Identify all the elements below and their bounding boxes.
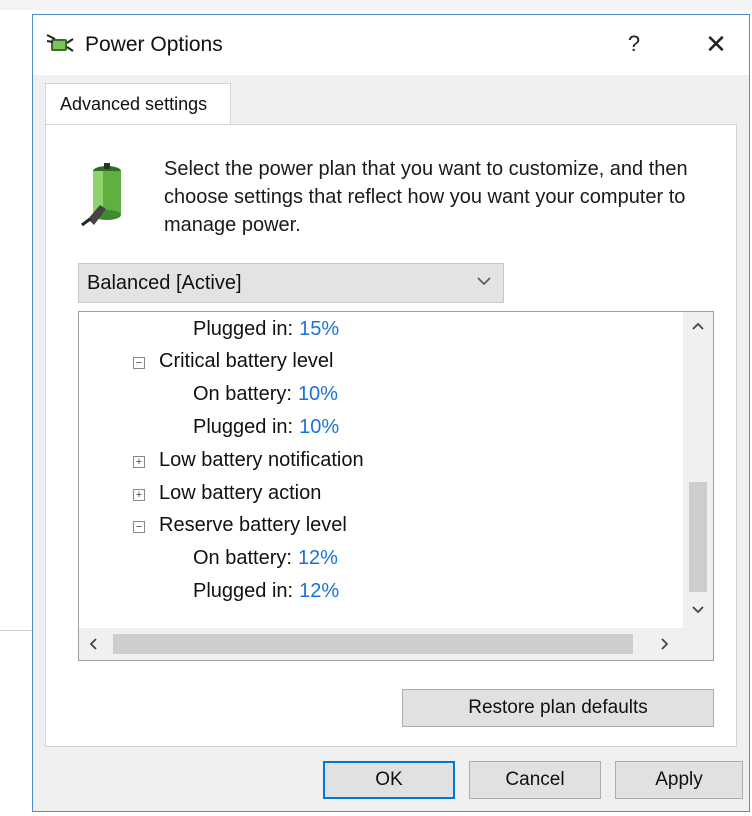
tree-row-label: Low battery notification	[159, 449, 364, 471]
vertical-scrollbar[interactable]	[683, 312, 713, 628]
tree-row-label: Plugged in:	[193, 318, 294, 340]
restore-plan-defaults-button[interactable]: Restore plan defaults	[402, 689, 714, 727]
scrollbar-corner	[683, 628, 713, 660]
ok-button[interactable]: OK	[323, 761, 455, 799]
horizontal-scroll-thumb[interactable]	[113, 634, 633, 654]
close-button[interactable]: ✕	[701, 29, 731, 59]
tree-row-label: On battery:	[193, 547, 292, 569]
tree-row-setting-value[interactable]: On battery: 12%	[193, 547, 338, 570]
battery-plug-icon	[81, 163, 121, 227]
collapse-toggle-icon[interactable]: −	[133, 521, 145, 533]
tree-row-label: Low battery action	[159, 482, 322, 504]
power-plan-dropdown[interactable]: Balanced [Active]	[78, 263, 504, 303]
tree-row-setting-value[interactable]: Plugged in: 10%	[193, 416, 339, 439]
power-options-icon	[46, 34, 74, 52]
tree-row-value-link[interactable]: 10%	[299, 416, 339, 438]
tree-row-value-link[interactable]: 10%	[298, 383, 338, 405]
tree-row-label: Critical battery level	[159, 350, 334, 372]
scroll-up-arrow-icon[interactable]	[691, 320, 705, 334]
tree-row-category[interactable]: Low battery action	[159, 482, 321, 505]
background-divider	[0, 630, 32, 631]
tree-row-setting-value[interactable]: Plugged in: 12%	[193, 580, 339, 603]
collapse-toggle-icon[interactable]: −	[133, 357, 145, 369]
scroll-down-arrow-icon[interactable]	[691, 602, 705, 616]
tree-row-setting-value[interactable]: On battery: 10%	[193, 383, 338, 406]
tree-row-label: Plugged in:	[193, 580, 294, 602]
tree-row-value-link[interactable]: 12%	[298, 547, 338, 569]
cancel-button[interactable]: Cancel	[469, 761, 601, 799]
tree-row-label: On battery:	[193, 383, 292, 405]
scroll-left-arrow-icon[interactable]	[87, 637, 101, 651]
tree-row-category[interactable]: Critical battery level	[159, 350, 334, 373]
power-plan-selected-value: Balanced [Active]	[87, 272, 242, 294]
plan-description: Select the power plan that you want to c…	[164, 158, 688, 236]
background-strip	[0, 0, 752, 10]
scroll-right-arrow-icon[interactable]	[657, 637, 671, 651]
advanced-settings-panel: Select the power plan that you want to c…	[45, 124, 737, 747]
power-options-dialog: Power Options ? ✕ Advanced settings Sele…	[32, 14, 750, 812]
tab-advanced-settings[interactable]: Advanced settings	[45, 83, 231, 125]
tree-row-category[interactable]: Reserve battery level	[159, 514, 347, 537]
help-button[interactable]: ?	[619, 29, 649, 59]
expand-toggle-icon[interactable]: +	[133, 489, 145, 501]
tree-row-label: Reserve battery level	[159, 514, 347, 536]
tree-row-value-link[interactable]: 15%	[299, 318, 339, 340]
chevron-down-icon	[477, 277, 491, 286]
title-bar[interactable]: Power Options ? ✕	[33, 15, 749, 75]
apply-button[interactable]: Apply	[615, 761, 743, 799]
window-title: Power Options	[85, 33, 223, 56]
tree-row-setting-value[interactable]: Plugged in: 15%	[193, 318, 339, 341]
vertical-scroll-thumb[interactable]	[689, 482, 707, 592]
power-settings-tree[interactable]: Plugged in: 15% − Critical battery level …	[78, 311, 714, 661]
horizontal-scrollbar[interactable]	[79, 628, 685, 660]
expand-toggle-icon[interactable]: +	[133, 456, 145, 468]
tree-row-label: Plugged in:	[193, 416, 294, 438]
tree-row-value-link[interactable]: 12%	[299, 580, 339, 602]
tree-row-category[interactable]: Low battery notification	[159, 449, 364, 472]
